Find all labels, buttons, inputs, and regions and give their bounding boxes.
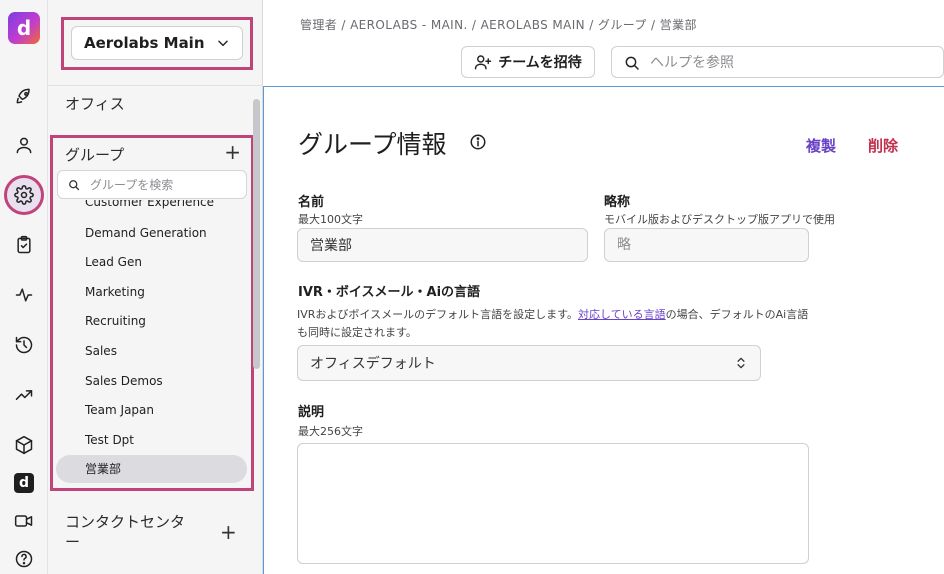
sidebar-scrollbar[interactable] (253, 99, 260, 369)
group-item-test-dpt[interactable]: Test Dpt (85, 433, 134, 447)
sidebar-header: Aerolabs Main (48, 0, 263, 86)
contact-center-label-line1: コンタクトセンタ (65, 513, 186, 531)
trending-icon[interactable] (12, 383, 36, 407)
chevron-up-down-icon (737, 357, 745, 369)
abbreviation-label: 略称 (604, 195, 631, 210)
person-icon[interactable] (12, 133, 36, 157)
video-icon[interactable] (12, 509, 36, 533)
abbreviation-field[interactable] (604, 228, 809, 262)
icon-rail: d d (0, 0, 48, 574)
sidebar: Aerolabs Main オフィス グループ + Customer Exper… (48, 0, 263, 574)
sidebar-item-contact-center[interactable]: コンタクトセンタ ー (65, 512, 195, 552)
cube-icon[interactable] (12, 433, 36, 457)
group-item-eigyobu[interactable]: 営業部 (56, 455, 247, 483)
language-select[interactable]: オフィスデフォルト (297, 345, 761, 381)
page-title: グループ情報 (298, 130, 447, 159)
help-search-input[interactable] (650, 53, 930, 73)
group-info-panel: グループ情報 複製 削除 名前 最大100文字 略称 モバイル版およびデスクトッ… (263, 86, 944, 574)
description-hint: 最大256文字 (298, 425, 363, 438)
history-icon[interactable] (12, 333, 36, 357)
abbreviation-hint: モバイル版およびデスクトップ版アプリで使用 (604, 213, 835, 226)
group-item-recruiting[interactable]: Recruiting (85, 314, 146, 328)
breadcrumb[interactable]: 管理者 / AEROLABS - MAIN. / AEROLABS MAIN /… (300, 16, 697, 33)
abbreviation-input[interactable] (605, 229, 808, 261)
group-search[interactable] (57, 170, 247, 199)
invite-team-label: チームを招待 (498, 55, 582, 71)
dialpad-logo: d (14, 473, 34, 493)
clipboard-icon[interactable] (12, 233, 36, 257)
language-label: IVR・ボイスメール・Aiの言語 (298, 285, 481, 300)
supported-languages-link[interactable]: 対応している言語 (578, 308, 666, 321)
add-group-button[interactable]: + (224, 141, 241, 163)
groups-title: グループ (65, 146, 125, 164)
name-label: 名前 (298, 195, 325, 210)
group-item-lead-gen[interactable]: Lead Gen (85, 255, 142, 269)
language-description: IVRおよびボイスメールのデフォルト言語を設定します。対応している言語の場合、デ… (297, 306, 817, 342)
groups-section: グループ + Customer Experience Demand Genera… (50, 135, 254, 491)
group-item-customer-experience[interactable]: Customer Experience (85, 200, 214, 209)
workspace-highlight: Aerolabs Main (61, 17, 253, 70)
group-item-sales-demos[interactable]: Sales Demos (85, 374, 163, 388)
app-logo-letter: d (16, 16, 32, 40)
name-field[interactable] (297, 228, 588, 262)
language-select-value: オフィスデフォルト (310, 356, 436, 372)
group-search-input[interactable] (90, 175, 240, 195)
sidebar-item-office[interactable]: オフィス (65, 93, 125, 114)
duplicate-button[interactable]: 複製 (806, 135, 836, 156)
add-person-icon (474, 55, 492, 70)
description-textarea[interactable] (297, 443, 809, 564)
chevron-down-icon (218, 40, 228, 47)
dialpad-icon[interactable]: d (12, 471, 36, 495)
contact-center-label-line2: ー (65, 533, 81, 551)
workspace-name: Aerolabs Main (84, 34, 205, 52)
group-item-team-japan[interactable]: Team Japan (85, 403, 154, 417)
language-desc-part1: IVRおよびボイスメールのデフォルト言語を設定します。 (297, 308, 578, 321)
info-icon[interactable] (469, 133, 487, 151)
description-label: 説明 (298, 405, 325, 420)
help-search[interactable] (611, 46, 944, 78)
name-hint: 最大100文字 (298, 213, 363, 226)
app-logo[interactable]: d (8, 12, 40, 44)
group-item-sales[interactable]: Sales (85, 344, 117, 358)
group-item-marketing[interactable]: Marketing (85, 285, 145, 299)
group-item-demand-generation[interactable]: Demand Generation (85, 226, 207, 240)
activity-icon[interactable] (12, 283, 36, 307)
rocket-icon[interactable] (12, 84, 36, 108)
gear-icon[interactable] (12, 183, 36, 207)
name-input[interactable] (298, 229, 587, 261)
search-icon (625, 56, 639, 70)
search-icon (69, 180, 80, 191)
delete-button[interactable]: 削除 (868, 135, 898, 156)
group-list: Customer Experience Demand Generation Le… (53, 200, 251, 488)
invite-team-button[interactable]: チームを招待 (461, 46, 595, 78)
add-contact-center-button[interactable]: + (220, 520, 237, 544)
help-icon[interactable] (12, 547, 36, 571)
workspace-select[interactable]: Aerolabs Main (71, 26, 243, 60)
